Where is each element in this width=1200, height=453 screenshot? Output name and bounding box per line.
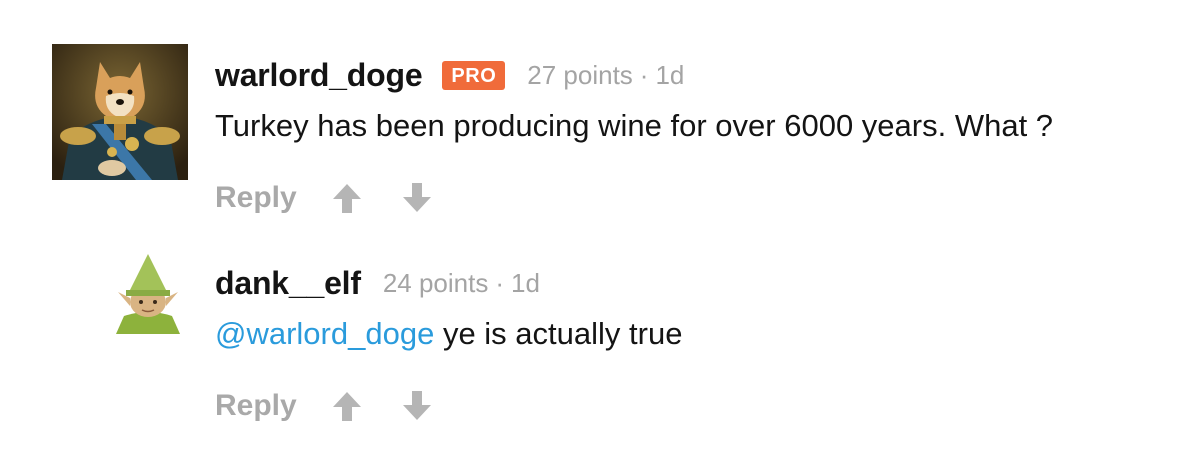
upvote-button[interactable] xyxy=(327,386,367,426)
comment-text: Turkey has been producing wine for over … xyxy=(215,108,1053,144)
comment-text: @warlord_doge ye is actually true xyxy=(215,316,682,352)
reply-button[interactable]: Reply xyxy=(215,389,297,423)
comment-actions: Reply xyxy=(215,384,437,428)
comment: warlord_doge PRO 27 points · 1d Turkey has… xyxy=(0,0,1200,226)
comment-actions: Reply xyxy=(215,176,437,220)
comment-header: warlord_doge PRO 27 points · 1d xyxy=(215,52,684,98)
timestamp: 1d xyxy=(655,59,685,90)
points: 24 points xyxy=(382,267,489,298)
comment-body: Turkey has been producing wine for over … xyxy=(215,108,1054,143)
arrow-down-icon xyxy=(402,183,431,212)
comment-body: ye is actually true xyxy=(434,316,683,351)
points: 27 points xyxy=(527,59,633,90)
comment-reply: dank__elf 24 points · 1d @warlord_doge ye … xyxy=(0,226,1200,453)
downvote-button[interactable] xyxy=(397,386,437,426)
avatar[interactable] xyxy=(52,44,188,180)
arrow-up-icon xyxy=(332,184,361,213)
username[interactable]: dank__elf xyxy=(215,265,361,302)
doge-portrait-icon xyxy=(52,44,188,180)
meta-separator: · xyxy=(495,267,505,298)
upvote-button[interactable] xyxy=(327,178,367,218)
user-mention-link[interactable]: @warlord_doge xyxy=(215,316,434,351)
comment-meta: 24 points · 1d xyxy=(383,268,540,299)
comment-header: dank__elf 24 points · 1d xyxy=(215,260,540,306)
downvote-button[interactable] xyxy=(397,178,437,218)
reply-button[interactable]: Reply xyxy=(215,181,297,215)
username[interactable]: warlord_doge xyxy=(215,57,423,94)
timestamp: 1d xyxy=(511,267,540,298)
pro-badge: PRO xyxy=(442,60,506,90)
arrow-up-icon xyxy=(332,392,361,421)
comment-meta: 27 points · 1d xyxy=(527,60,684,91)
meta-separator: · xyxy=(639,59,649,90)
elf-avatar-icon xyxy=(110,254,186,334)
arrow-down-icon xyxy=(402,391,431,420)
avatar[interactable] xyxy=(110,254,186,334)
